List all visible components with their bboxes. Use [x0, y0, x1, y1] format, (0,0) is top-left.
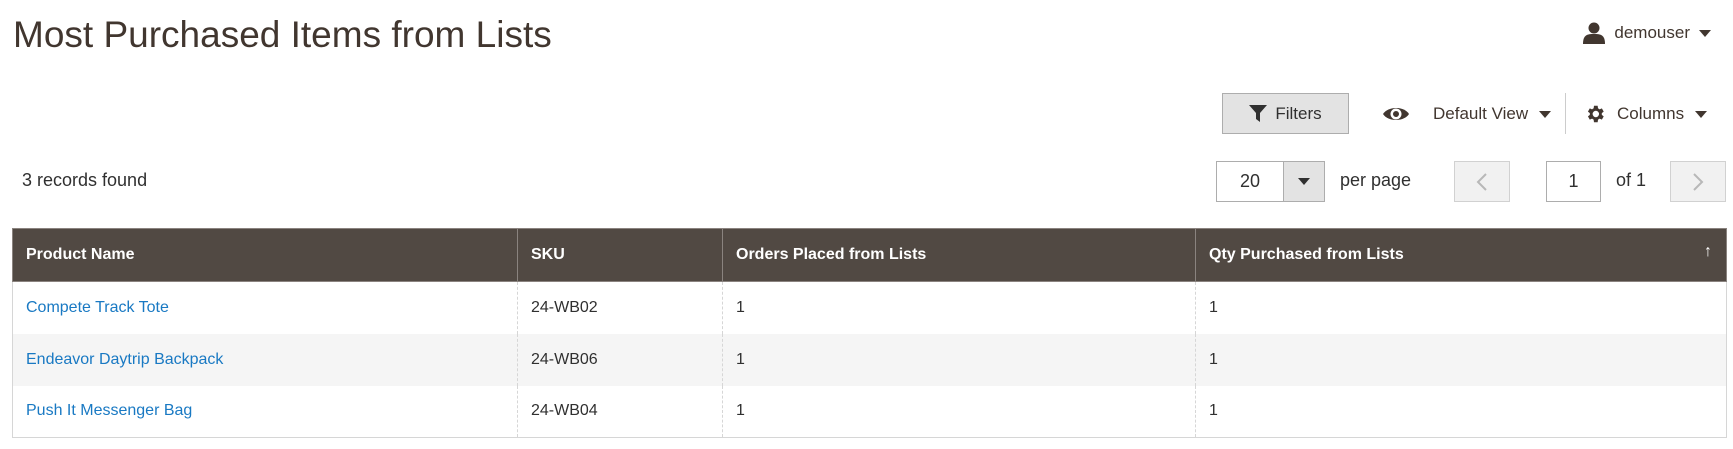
qty-cell: 1: [1195, 385, 1727, 438]
filters-button[interactable]: Filters: [1222, 93, 1349, 134]
product-name-cell: Endeavor Daytrip Backpack: [12, 333, 518, 386]
page-title: Most Purchased Items from Lists: [13, 14, 552, 55]
filters-label: Filters: [1275, 103, 1322, 123]
toolbar-divider: [1565, 93, 1566, 134]
column-header-qty-purchased[interactable]: Qty Purchased from Lists ↑: [1195, 228, 1727, 282]
table-row: Push It Messenger Bag 24-WB04 1 1: [12, 385, 1727, 438]
orders-cell: 1: [722, 333, 1196, 386]
per-page-select[interactable]: 20: [1216, 161, 1325, 202]
sku-cell: 24-WB04: [517, 385, 723, 438]
chevron-right-icon: [1693, 172, 1704, 191]
eye-icon: [1383, 108, 1409, 120]
page-total: of 1: [1616, 170, 1647, 190]
per-page-toggle[interactable]: [1283, 162, 1324, 201]
product-link[interactable]: Endeavor Daytrip Backpack: [26, 351, 223, 368]
username: demouser: [1614, 23, 1690, 42]
user-account-menu[interactable]: demouser: [1583, 20, 1711, 46]
chevron-down-icon: [1298, 178, 1310, 185]
table-row: Endeavor Daytrip Backpack 24-WB06 1 1: [12, 333, 1727, 386]
chevron-down-icon: [1539, 110, 1552, 118]
chevron-down-icon: [1695, 110, 1708, 118]
gear-icon: [1587, 105, 1604, 123]
chevron-down-icon: [1699, 29, 1711, 37]
product-link[interactable]: Compete Track Tote: [26, 299, 169, 316]
page-number-input[interactable]: [1546, 161, 1601, 202]
product-name-cell: Push It Messenger Bag: [12, 385, 518, 438]
sku-cell: 24-WB06: [517, 333, 723, 386]
per-page-label: per page: [1340, 170, 1412, 190]
product-link[interactable]: Push It Messenger Bag: [26, 402, 192, 419]
records-found: 3 records found: [22, 170, 148, 190]
per-page-value: 20: [1239, 171, 1261, 191]
view-label: Default View: [1433, 104, 1529, 123]
funnel-icon: [1249, 104, 1268, 122]
sku-cell: 24-WB02: [517, 281, 723, 334]
table-row: Compete Track Tote 24-WB02 1 1: [12, 281, 1727, 334]
column-header-orders-placed[interactable]: Orders Placed from Lists: [722, 228, 1196, 282]
column-header-qty-label: Qty Purchased from Lists: [1209, 246, 1404, 263]
sort-ascending-icon: ↑: [1704, 243, 1712, 260]
next-page-button[interactable]: [1670, 161, 1726, 202]
column-header-product-name[interactable]: Product Name: [12, 228, 518, 282]
orders-cell: 1: [722, 281, 1196, 334]
qty-cell: 1: [1195, 333, 1727, 386]
user-icon: [1583, 22, 1606, 44]
columns-control[interactable]: Columns: [1584, 98, 1708, 130]
grid-header-row: Product Name SKU Orders Placed from List…: [12, 228, 1727, 282]
chevron-left-icon: [1476, 172, 1487, 191]
orders-cell: 1: [722, 385, 1196, 438]
view-switcher[interactable]: Default View: [1382, 98, 1552, 130]
data-grid: Product Name SKU Orders Placed from List…: [12, 228, 1727, 438]
columns-label: Columns: [1617, 104, 1685, 123]
column-header-sku[interactable]: SKU: [517, 228, 723, 282]
qty-cell: 1: [1195, 281, 1727, 334]
product-name-cell: Compete Track Tote: [12, 281, 518, 334]
previous-page-button[interactable]: [1454, 161, 1510, 202]
